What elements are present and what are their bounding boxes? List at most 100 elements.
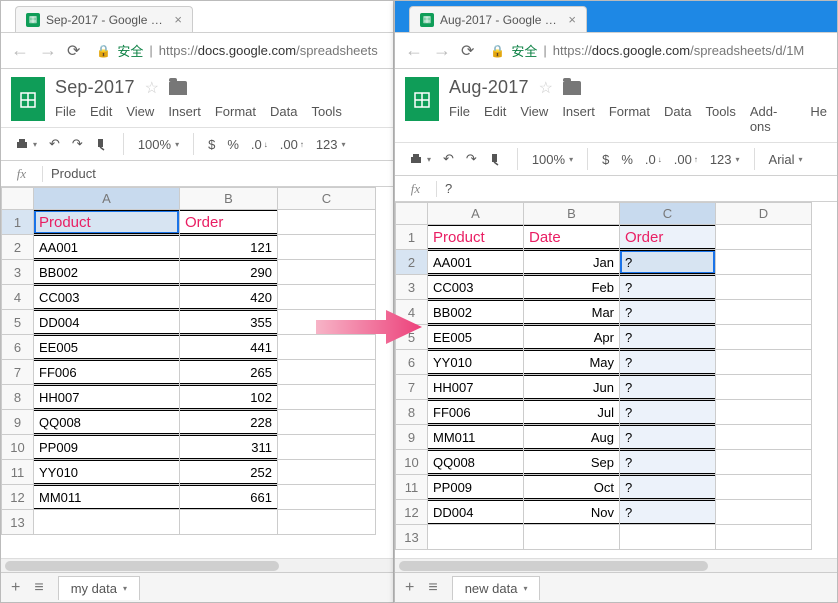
cell[interactable]: HH007	[428, 375, 524, 400]
cell[interactable]	[278, 385, 376, 410]
cell[interactable]: YY010	[34, 460, 180, 485]
back-button[interactable]: ←	[405, 40, 423, 61]
paint-format-button[interactable]	[485, 150, 507, 168]
column-header[interactable]: C	[278, 188, 376, 210]
document-title[interactable]: Aug-2017	[449, 77, 529, 98]
cell[interactable]: ?	[620, 400, 716, 425]
cell[interactable]: ?	[620, 300, 716, 325]
sheets-logo-icon[interactable]	[405, 77, 439, 121]
cell[interactable]: 121	[180, 235, 278, 260]
cell[interactable]	[716, 250, 812, 275]
row-header[interactable]: 1	[2, 210, 34, 235]
spreadsheet-grid[interactable]: A B C D 1 Product Date Order 2 AA001 Jan…	[395, 202, 837, 558]
formula-input[interactable]: ?	[437, 181, 837, 196]
folder-icon[interactable]	[563, 81, 581, 95]
cell[interactable]: ?	[620, 350, 716, 375]
folder-icon[interactable]	[169, 81, 187, 95]
cell[interactable]: AA001	[428, 250, 524, 275]
cell[interactable]: FF006	[428, 400, 524, 425]
cell[interactable]: Sep	[524, 450, 620, 475]
row-header[interactable]: 11	[2, 460, 34, 485]
formula-input[interactable]: Product	[43, 166, 393, 181]
cell[interactable]	[278, 260, 376, 285]
cell[interactable]: MM011	[34, 485, 180, 510]
cell[interactable]: Product	[428, 225, 524, 250]
font-dropdown[interactable]: Arial	[765, 150, 807, 169]
cell[interactable]: 355	[180, 310, 278, 335]
row-header[interactable]: 6	[396, 350, 428, 375]
cell[interactable]: QQ008	[428, 450, 524, 475]
row-header[interactable]: 2	[396, 250, 428, 275]
cell[interactable]	[278, 235, 376, 260]
cell[interactable]	[278, 285, 376, 310]
redo-button[interactable]: ↷	[68, 134, 87, 154]
cell[interactable]: Apr	[524, 325, 620, 350]
cell[interactable]: 102	[180, 385, 278, 410]
cell[interactable]	[278, 310, 376, 335]
cell[interactable]: Aug	[524, 425, 620, 450]
menu-file[interactable]: File	[449, 104, 470, 134]
cell[interactable]: Date	[524, 225, 620, 250]
spreadsheet-grid[interactable]: A B C 1 Product Order 2 AA001 121 3 BB00…	[1, 187, 393, 558]
select-all-corner[interactable]	[2, 188, 34, 210]
cell[interactable]: May	[524, 350, 620, 375]
column-header[interactable]: D	[716, 203, 812, 225]
cell[interactable]: PP009	[34, 435, 180, 460]
star-icon[interactable]: ☆	[539, 78, 553, 98]
cell[interactable]: 420	[180, 285, 278, 310]
row-header[interactable]: 11	[396, 475, 428, 500]
cell[interactable]: Product	[34, 210, 180, 235]
reload-button[interactable]: ⟳	[461, 41, 474, 61]
cell[interactable]: ?	[620, 325, 716, 350]
cell[interactable]: Order	[620, 225, 716, 250]
menu-view[interactable]: View	[126, 104, 154, 119]
print-button[interactable]	[405, 150, 435, 168]
row-header[interactable]: 9	[2, 410, 34, 435]
cell[interactable]: AA001	[34, 235, 180, 260]
row-header[interactable]: 8	[2, 385, 34, 410]
column-header[interactable]: B	[180, 188, 278, 210]
cell[interactable]	[716, 350, 812, 375]
horizontal-scrollbar[interactable]	[1, 558, 393, 572]
cell[interactable]: Jul	[524, 400, 620, 425]
cell[interactable]	[716, 475, 812, 500]
url-field[interactable]: 🔒 安全 | https://docs.google.com/spreadshe…	[90, 41, 383, 60]
cell[interactable]	[716, 525, 812, 550]
cell[interactable]: Oct	[524, 475, 620, 500]
menu-addons[interactable]: Add-ons	[750, 104, 797, 134]
cell[interactable]	[716, 375, 812, 400]
number-format-dropdown[interactable]: 123	[706, 150, 744, 169]
horizontal-scrollbar[interactable]	[395, 558, 837, 572]
cell[interactable]	[278, 485, 376, 510]
add-sheet-button[interactable]: +	[405, 579, 414, 597]
cell[interactable]	[278, 460, 376, 485]
back-button[interactable]: ←	[11, 40, 29, 61]
cell[interactable]	[34, 510, 180, 535]
menu-file[interactable]: File	[55, 104, 76, 119]
percent-button[interactable]: %	[223, 135, 243, 154]
row-header[interactable]: 7	[396, 375, 428, 400]
forward-button[interactable]: →	[39, 40, 57, 61]
select-all-corner[interactable]	[396, 203, 428, 225]
row-header[interactable]: 5	[396, 325, 428, 350]
cell[interactable]: 290	[180, 260, 278, 285]
cell[interactable]	[278, 210, 376, 235]
cell[interactable]	[716, 400, 812, 425]
star-icon[interactable]: ☆	[145, 78, 159, 98]
cell[interactable]: 661	[180, 485, 278, 510]
cell[interactable]	[716, 300, 812, 325]
cell[interactable]: YY010	[428, 350, 524, 375]
sheet-tab[interactable]: my data	[58, 576, 140, 600]
cell[interactable]	[524, 525, 620, 550]
cell[interactable]	[278, 335, 376, 360]
cell[interactable]	[180, 510, 278, 535]
cell[interactable]: ?	[620, 475, 716, 500]
decrease-decimal-button[interactable]: .0↓	[641, 150, 666, 169]
column-header[interactable]: A	[34, 188, 180, 210]
currency-button[interactable]: $	[598, 150, 613, 169]
cell[interactable]: CC003	[428, 275, 524, 300]
number-format-dropdown[interactable]: 123	[312, 135, 350, 154]
column-header[interactable]: C	[620, 203, 716, 225]
menu-data[interactable]: Data	[270, 104, 297, 119]
close-tab-icon[interactable]: ×	[568, 12, 576, 27]
